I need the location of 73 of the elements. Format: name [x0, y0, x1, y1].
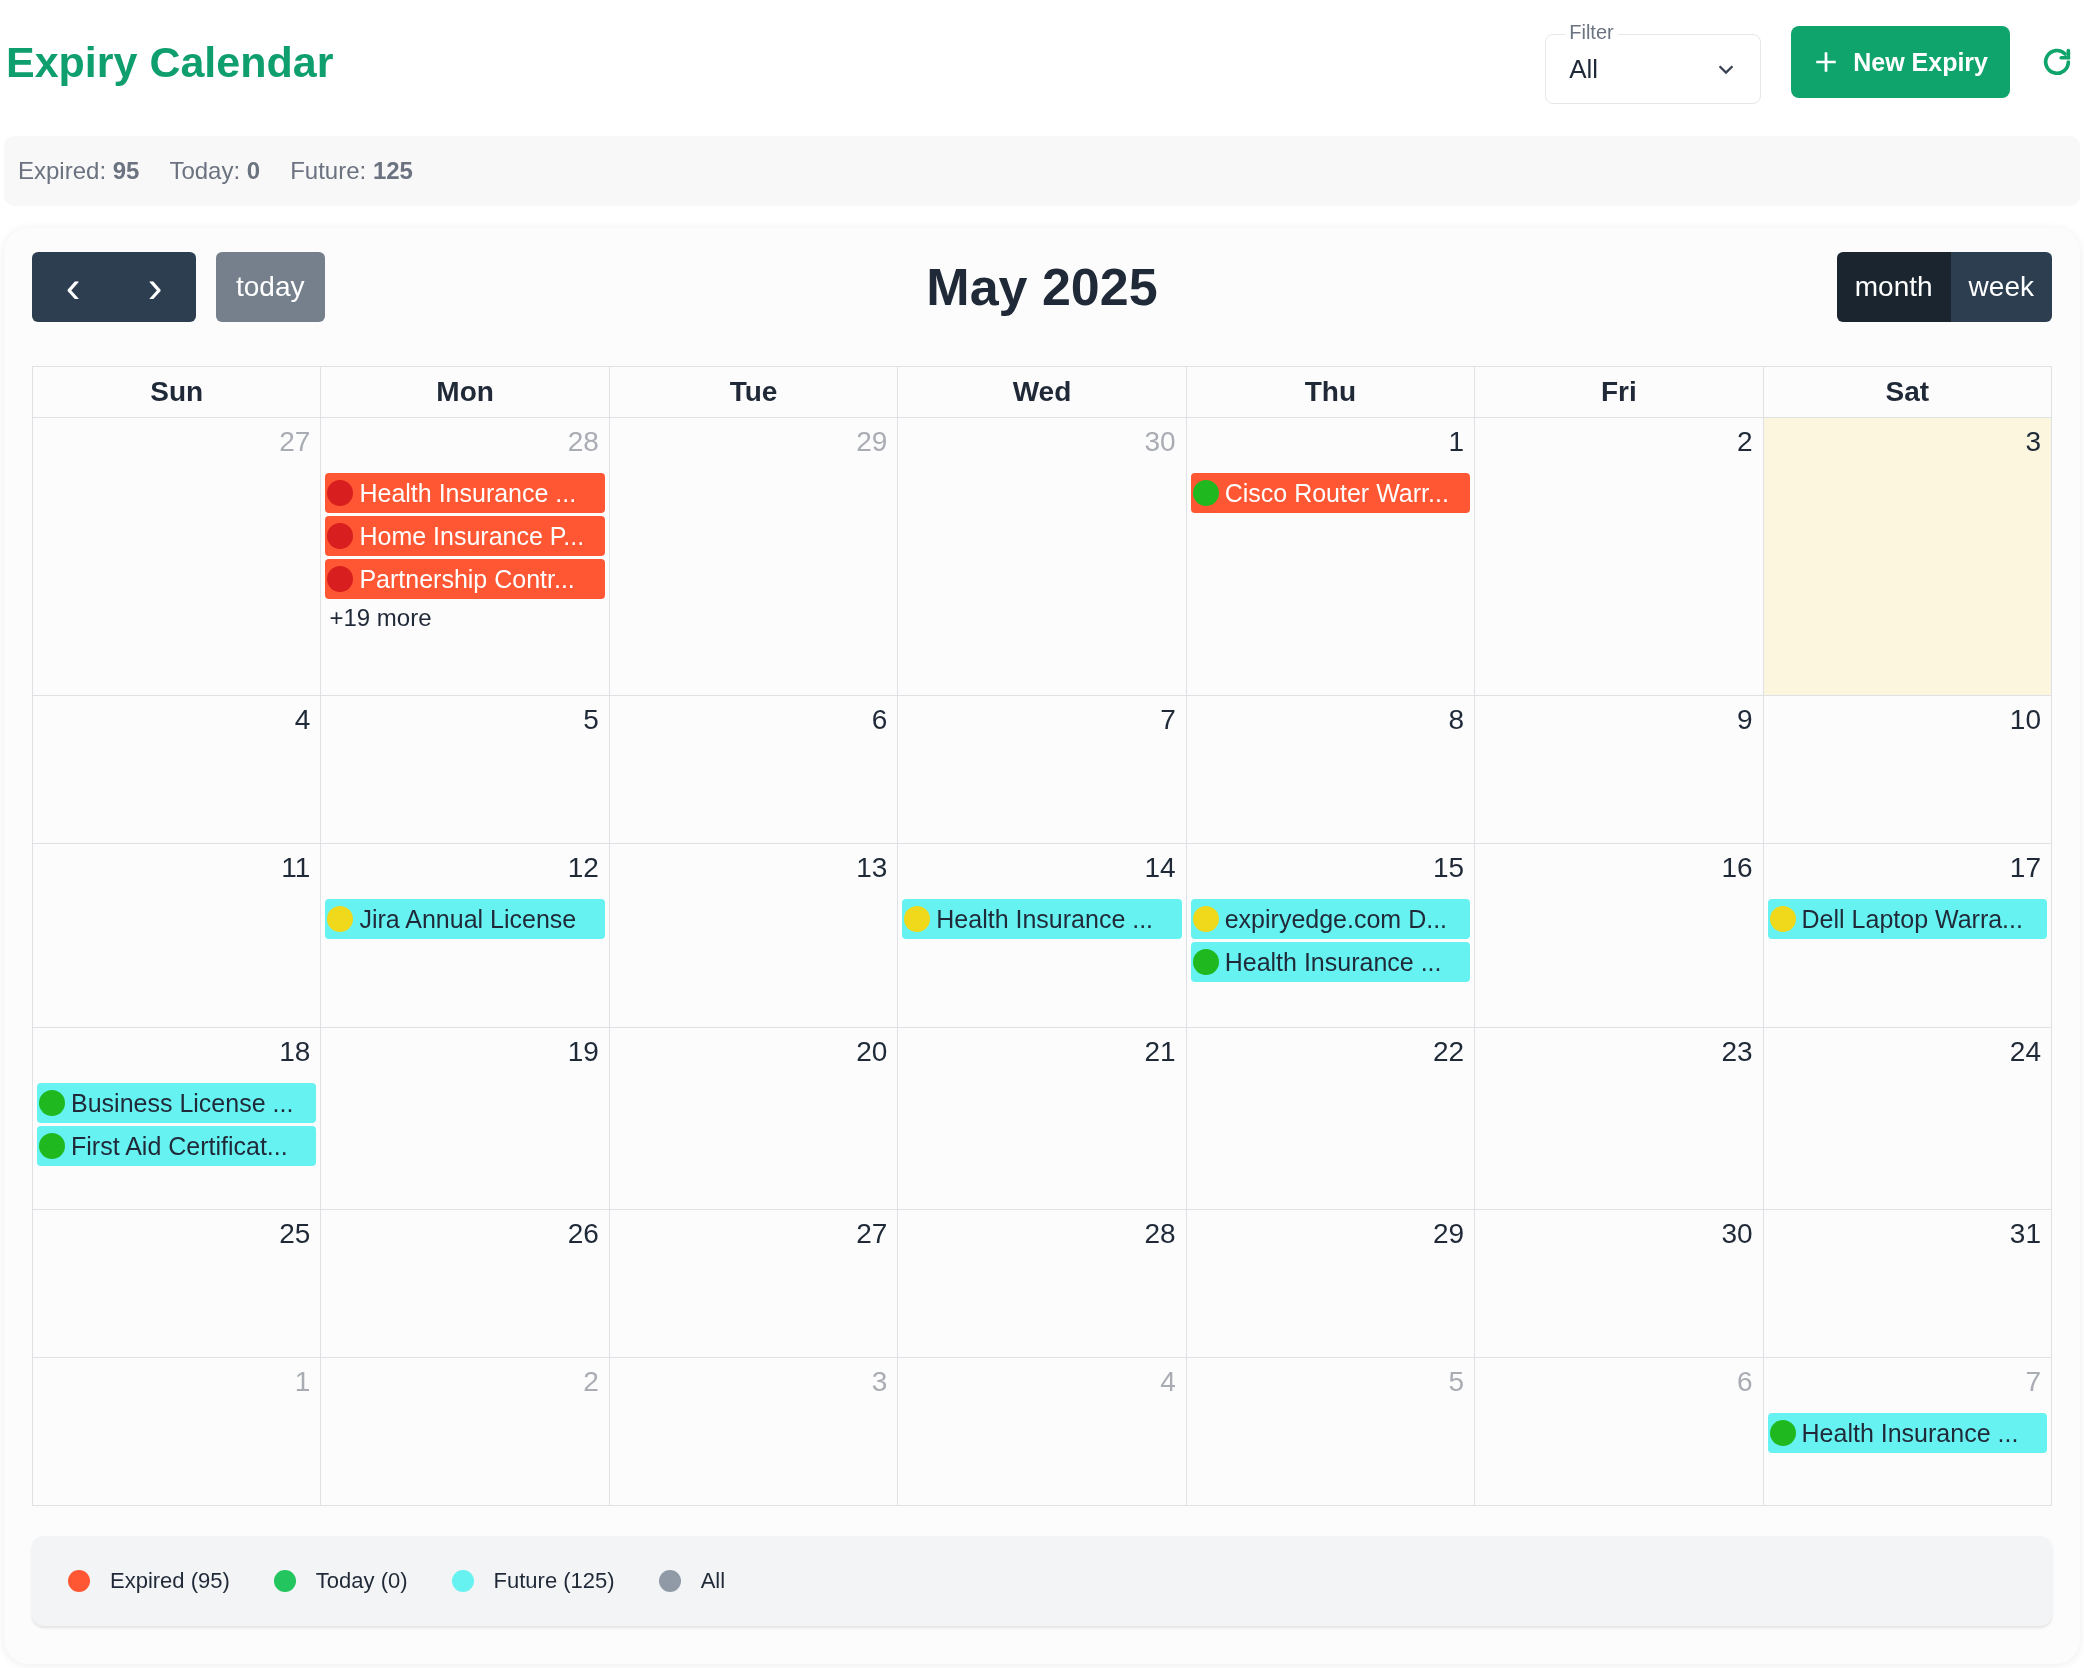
day-number: 18	[279, 1036, 312, 1068]
event-chip[interactable]: expiryedge.com D...	[1190, 899, 1471, 939]
previous-button[interactable]: ‹	[32, 252, 114, 322]
next-button[interactable]: ›	[114, 252, 196, 322]
day-number: 17	[2009, 852, 2042, 884]
day-number: 7	[2025, 1366, 2042, 1398]
day-number: 29	[1433, 1218, 1466, 1250]
view-tab[interactable]: month	[1836, 252, 1951, 322]
weekday-header: Fri	[1600, 376, 1637, 408]
day-number: 30	[1721, 1218, 1754, 1250]
stat-text: Future: 125	[290, 157, 413, 185]
app-title: Expiry Calendar	[6, 37, 334, 87]
day-number: 1	[1448, 426, 1466, 458]
event-chip[interactable]: Business License ...	[37, 1083, 317, 1123]
legend-label: Future (125)	[493, 1568, 615, 1594]
day-number: 31	[2009, 1218, 2042, 1250]
day-number: 6	[1737, 1366, 1754, 1398]
view-tab[interactable]: week	[1950, 252, 2052, 322]
day-number: 27	[279, 426, 312, 458]
event-chip[interactable]: Health Insurance ...	[902, 899, 1182, 939]
day-number: 26	[567, 1218, 600, 1250]
day-number: 10	[2009, 704, 2042, 736]
day-number: 2	[583, 1366, 600, 1398]
day-number: 24	[2009, 1036, 2042, 1068]
day-number: 28	[1144, 1218, 1177, 1250]
legend-label: All	[700, 1568, 726, 1594]
day-number: 29	[856, 426, 889, 458]
day-number: 13	[856, 852, 889, 884]
day-number: 23	[1721, 1036, 1754, 1068]
day-number: 3	[2025, 426, 2042, 458]
stat-text: Expired: 95	[18, 157, 140, 185]
legend-label: Expired (95)	[110, 1568, 230, 1594]
weekday-header: Mon	[436, 376, 494, 408]
day-number: 15	[1433, 852, 1466, 884]
more-link[interactable]: +19 more	[325, 604, 605, 632]
day-number: 11	[281, 852, 312, 884]
event-chip[interactable]: Health Insurance ...	[1767, 1413, 2047, 1453]
day-number: 8	[1448, 704, 1466, 736]
day-number: 2	[1737, 426, 1754, 458]
day-number: 7	[1160, 704, 1177, 736]
event-chip[interactable]: First Aid Certificat...	[37, 1126, 317, 1166]
day-number: 25	[279, 1218, 312, 1250]
weekday-header: Sun	[150, 376, 204, 408]
day-number: 1	[294, 1366, 312, 1398]
day-number: 12	[567, 852, 600, 884]
legend-label: Today (0)	[315, 1568, 408, 1594]
weekday-header: Sat	[1885, 376, 1930, 408]
day-number: 21	[1144, 1036, 1177, 1068]
day-number: 28	[567, 426, 600, 458]
day-number: 16	[1721, 852, 1754, 884]
day-number: 5	[583, 704, 600, 736]
day-number: 3	[871, 1366, 889, 1398]
day-number: 22	[1433, 1036, 1466, 1068]
day-number: 14	[1144, 852, 1177, 884]
day-number: 4	[294, 704, 312, 736]
day-number: 19	[567, 1036, 600, 1068]
stat-text: Today: 0	[169, 157, 261, 185]
day-number: 27	[856, 1218, 889, 1250]
day-number: 5	[1448, 1366, 1466, 1398]
day-number: 20	[856, 1036, 889, 1068]
filter-select[interactable]: Filter All	[1545, 20, 1762, 104]
weekday-header: Thu	[1304, 376, 1357, 408]
weekday-header: Tue	[729, 376, 778, 408]
today-button[interactable]: today	[216, 252, 325, 322]
event-chip[interactable]: Health Insurance ...	[1190, 942, 1471, 982]
day-number: 4	[1160, 1366, 1177, 1398]
day-number: 9	[1737, 704, 1754, 736]
calendar-title: May 2025	[926, 257, 1158, 317]
day-number: 30	[1144, 426, 1177, 458]
day-number: 6	[871, 704, 889, 736]
weekday-header: Wed	[1012, 376, 1072, 408]
event-chip[interactable]: Jira Annual License	[325, 899, 605, 939]
event-chip[interactable]: Dell Laptop Warra...	[1767, 899, 2047, 939]
